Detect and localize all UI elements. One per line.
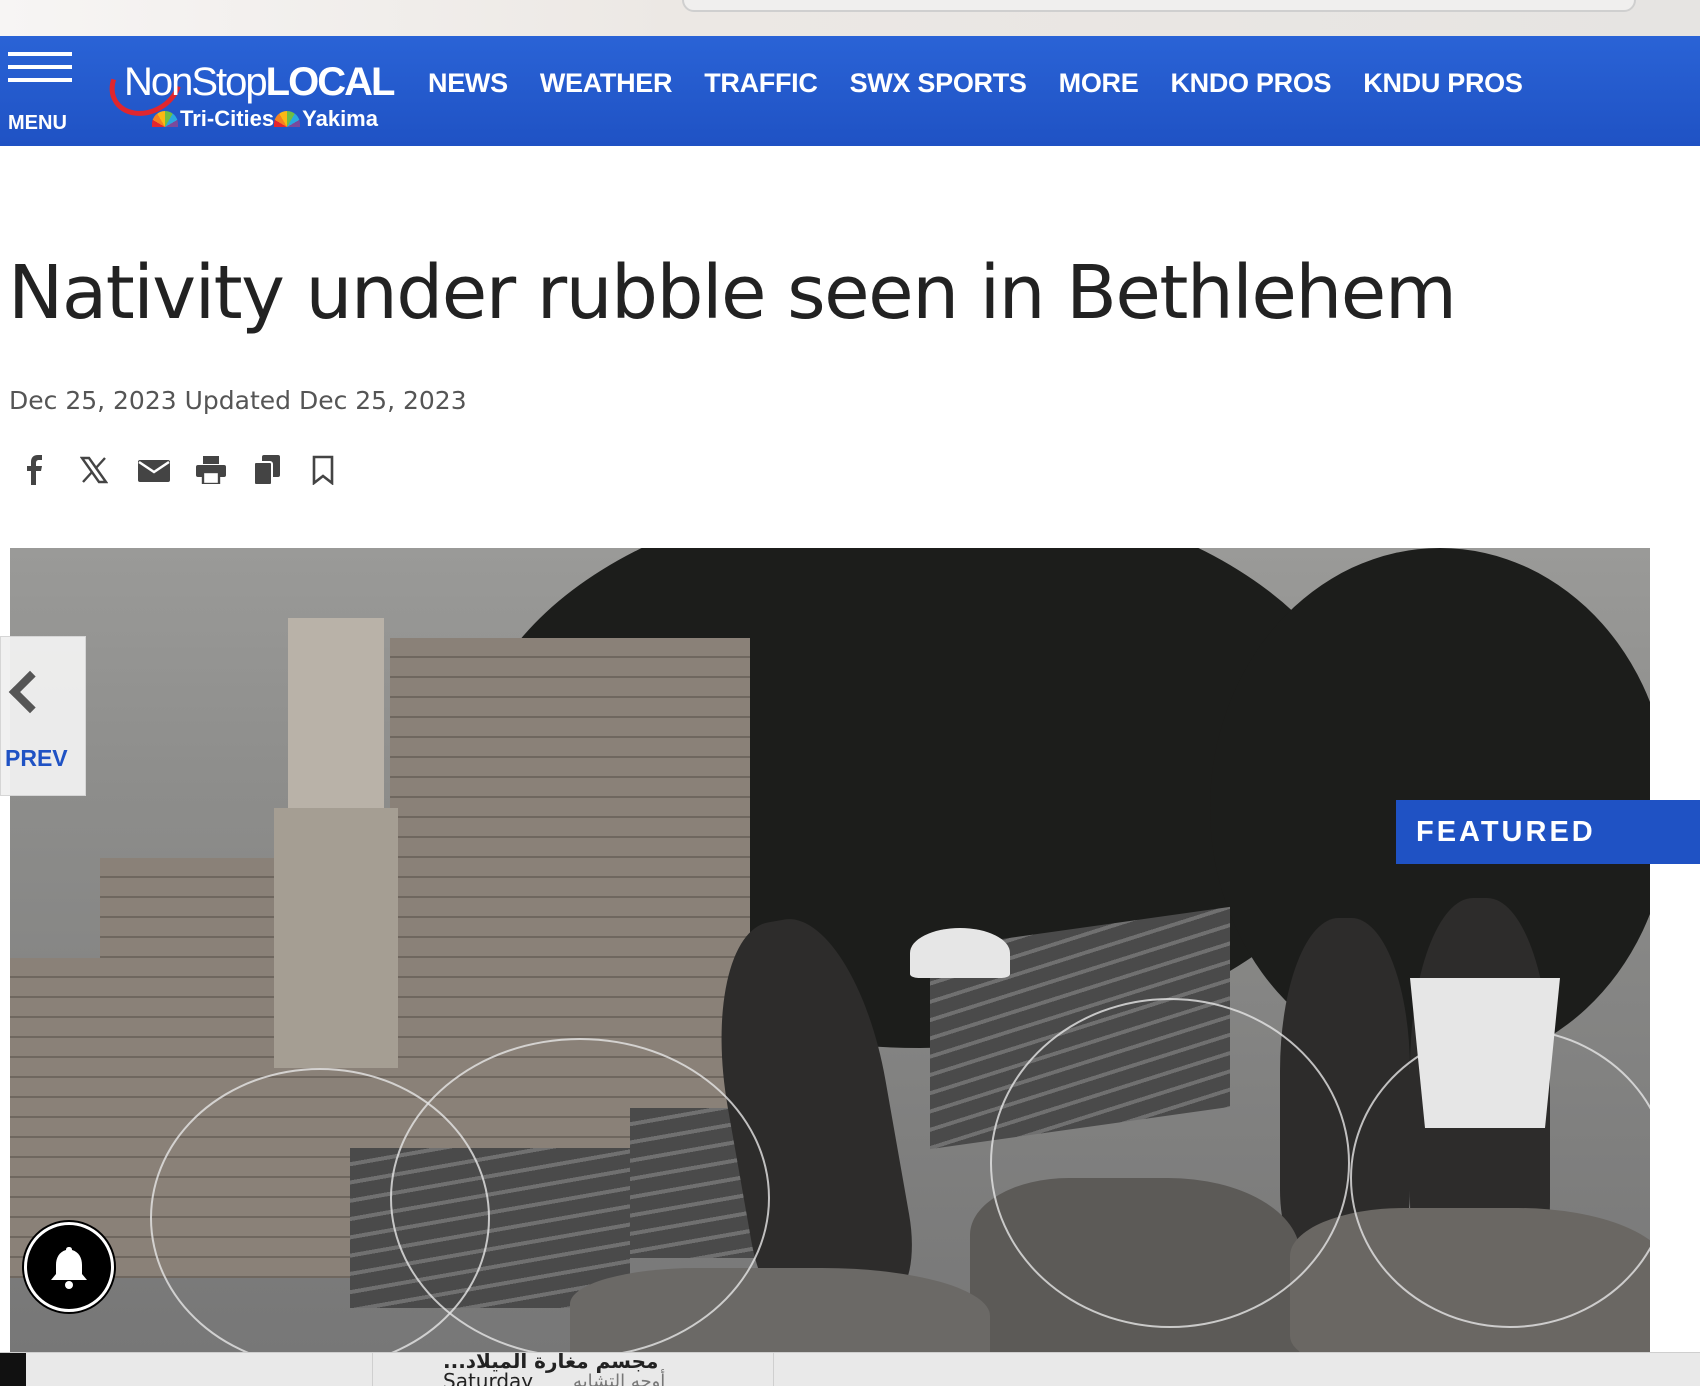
- article-photo[interactable]: [10, 548, 1650, 1352]
- featured-badge[interactable]: FEATURED: [1396, 800, 1700, 864]
- nav-news[interactable]: NEWS: [428, 68, 508, 99]
- nav-kndu-pros[interactable]: KNDU PROS: [1363, 68, 1523, 99]
- x-icon[interactable]: [80, 450, 138, 490]
- notification-bell-button[interactable]: [24, 1222, 114, 1312]
- related-story-card[interactable]: مجسم مغارة الميلاد... Saturday أوجه التش…: [372, 1353, 774, 1386]
- nav-traffic[interactable]: TRAFFIC: [704, 68, 818, 99]
- related-story-day: Saturday: [443, 1369, 534, 1386]
- nav-kndo-pros[interactable]: KNDO PROS: [1170, 68, 1331, 99]
- bell-icon: [51, 1247, 87, 1289]
- logo-wordmark: NonStopLOCAL: [124, 60, 395, 104]
- nav-swx-sports[interactable]: SWX SPORTS: [850, 68, 1027, 99]
- menu-button[interactable]: MENU: [8, 50, 74, 134]
- site-header: MENU NonStopLOCAL Tri-Cities Yakima NEWS …: [0, 36, 1700, 146]
- facebook-icon[interactable]: [22, 450, 80, 490]
- nav-more[interactable]: MORE: [1059, 68, 1139, 99]
- article-dateline: Dec 25, 2023 Updated Dec 25, 2023: [9, 386, 467, 415]
- prev-label: PREV: [5, 745, 68, 771]
- print-icon[interactable]: [196, 450, 254, 490]
- browser-chrome: [0, 0, 1700, 36]
- share-toolbar: [22, 450, 370, 490]
- chevron-left-icon: [8, 670, 52, 714]
- email-icon[interactable]: [138, 450, 196, 490]
- nbc-peacock-icon: [152, 111, 178, 127]
- related-story-subtitle: أوجه التشابه: [573, 1371, 666, 1386]
- bookmark-icon[interactable]: [312, 450, 370, 490]
- main-nav: NEWS WEATHER TRAFFIC SWX SPORTS MORE KND…: [428, 68, 1555, 99]
- site-logo[interactable]: NonStopLOCAL Tri-Cities Yakima: [97, 37, 402, 140]
- nav-weather[interactable]: WEATHER: [540, 68, 673, 99]
- logo-cities: Tri-Cities Yakima: [152, 106, 378, 132]
- hamburger-icon: [8, 52, 72, 56]
- menu-label: MENU: [8, 112, 67, 134]
- article-headline: Nativity under rubble seen in Bethlehem: [8, 250, 1457, 336]
- nbc-peacock-icon: [274, 111, 301, 127]
- bottom-recirculation-strip: مجسم مغارة الميلاد... Saturday أوجه التش…: [0, 1352, 1700, 1386]
- gallery-prev-button[interactable]: PREV: [0, 636, 86, 796]
- address-bar[interactable]: [682, 0, 1636, 12]
- copy-icon[interactable]: [254, 450, 312, 490]
